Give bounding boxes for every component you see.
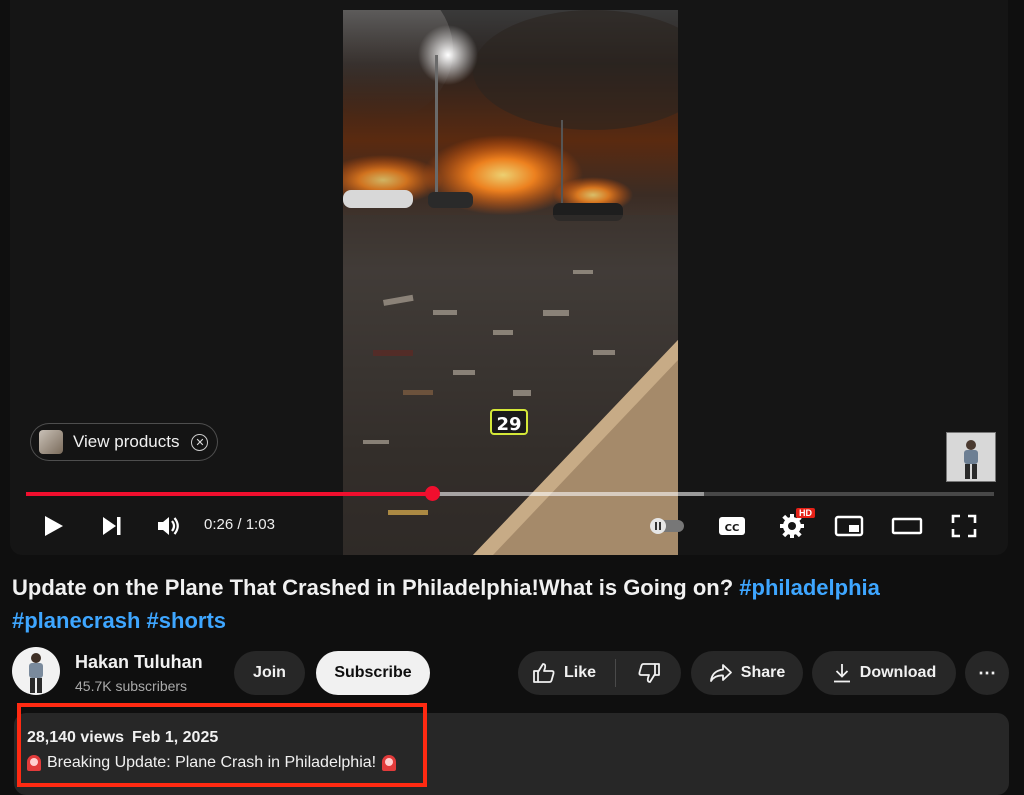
fullscreen-button[interactable]: [948, 512, 980, 540]
video-scene-illustration: 29: [343, 10, 678, 555]
channel-watermark-thumbnail[interactable]: [946, 432, 996, 482]
like-button[interactable]: Like: [518, 659, 616, 687]
hashtag-planecrash[interactable]: #planecrash: [12, 608, 140, 633]
next-button[interactable]: [96, 512, 128, 540]
captions-button[interactable]: CC: [716, 512, 748, 540]
subscriber-count: 45.7K subscribers: [75, 678, 188, 694]
more-actions-button[interactable]: ⋯: [965, 651, 1009, 695]
join-button[interactable]: Join: [234, 651, 305, 695]
captions-icon: CC: [719, 517, 745, 535]
video-frame[interactable]: 29: [343, 10, 678, 555]
download-icon: [833, 664, 850, 683]
view-products-chip[interactable]: View products ✕: [30, 423, 218, 461]
view-products-label: View products: [73, 432, 180, 451]
download-label: Download: [859, 664, 937, 681]
play-icon: [45, 516, 63, 536]
volume-button[interactable]: [152, 512, 186, 540]
miniplayer-button[interactable]: [832, 512, 866, 540]
svg-text:CC: CC: [725, 523, 740, 534]
settings-button[interactable]: HD: [774, 508, 815, 540]
time-separator: /: [233, 516, 246, 533]
avatar-image: [29, 653, 43, 693]
dislike-button[interactable]: [616, 651, 681, 695]
share-icon: [709, 664, 732, 682]
video-overlay-number: 29: [496, 414, 521, 435]
more-icon: ⋯: [978, 662, 996, 683]
progress-played: [26, 492, 432, 496]
time-current: 0:26: [204, 516, 234, 533]
channel-avatar[interactable]: [12, 647, 60, 695]
autoplay-toggle[interactable]: [646, 514, 688, 538]
video-player[interactable]: 29 View products ✕ 0:26 / 1:03 CC HD: [10, 0, 1008, 555]
subscribe-button[interactable]: Subscribe: [316, 651, 430, 695]
product-thumbnail: [39, 430, 63, 454]
thumbs-down-icon: [638, 663, 660, 683]
hd-badge: HD: [796, 508, 815, 518]
video-title: Update on the Plane That Crashed in Phil…: [12, 571, 1012, 637]
fullscreen-icon: [951, 514, 977, 538]
autoplay-toggle-icon: [650, 518, 684, 534]
miniplayer-icon: [834, 515, 864, 537]
theater-mode-button[interactable]: [890, 512, 924, 540]
close-icon[interactable]: ✕: [191, 433, 209, 451]
hashtag-philadelphia[interactable]: #philadelphia: [739, 575, 880, 600]
progress-bar[interactable]: [26, 486, 994, 501]
theater-mode-icon: [891, 517, 923, 535]
thumbs-up-icon: [533, 663, 555, 683]
hashtag-shorts[interactable]: #shorts: [147, 608, 226, 633]
progress-scrubber-handle[interactable]: [424, 486, 440, 501]
next-icon: [103, 517, 121, 535]
like-dislike-group: Like: [518, 651, 681, 695]
time-total: 1:03: [245, 516, 275, 533]
play-button[interactable]: [38, 512, 70, 540]
video-title-text: Update on the Plane That Crashed in Phil…: [12, 575, 734, 600]
share-button[interactable]: Share: [691, 651, 803, 695]
share-label: Share: [740, 664, 786, 681]
download-button[interactable]: Download: [812, 651, 956, 695]
channel-name[interactable]: Hakan Tuluhan: [75, 652, 203, 673]
time-display: 0:26 / 1:03: [204, 516, 275, 533]
highlight-annotation-box: [17, 703, 427, 787]
volume-icon: [158, 517, 179, 535]
like-label: Like: [564, 664, 597, 681]
